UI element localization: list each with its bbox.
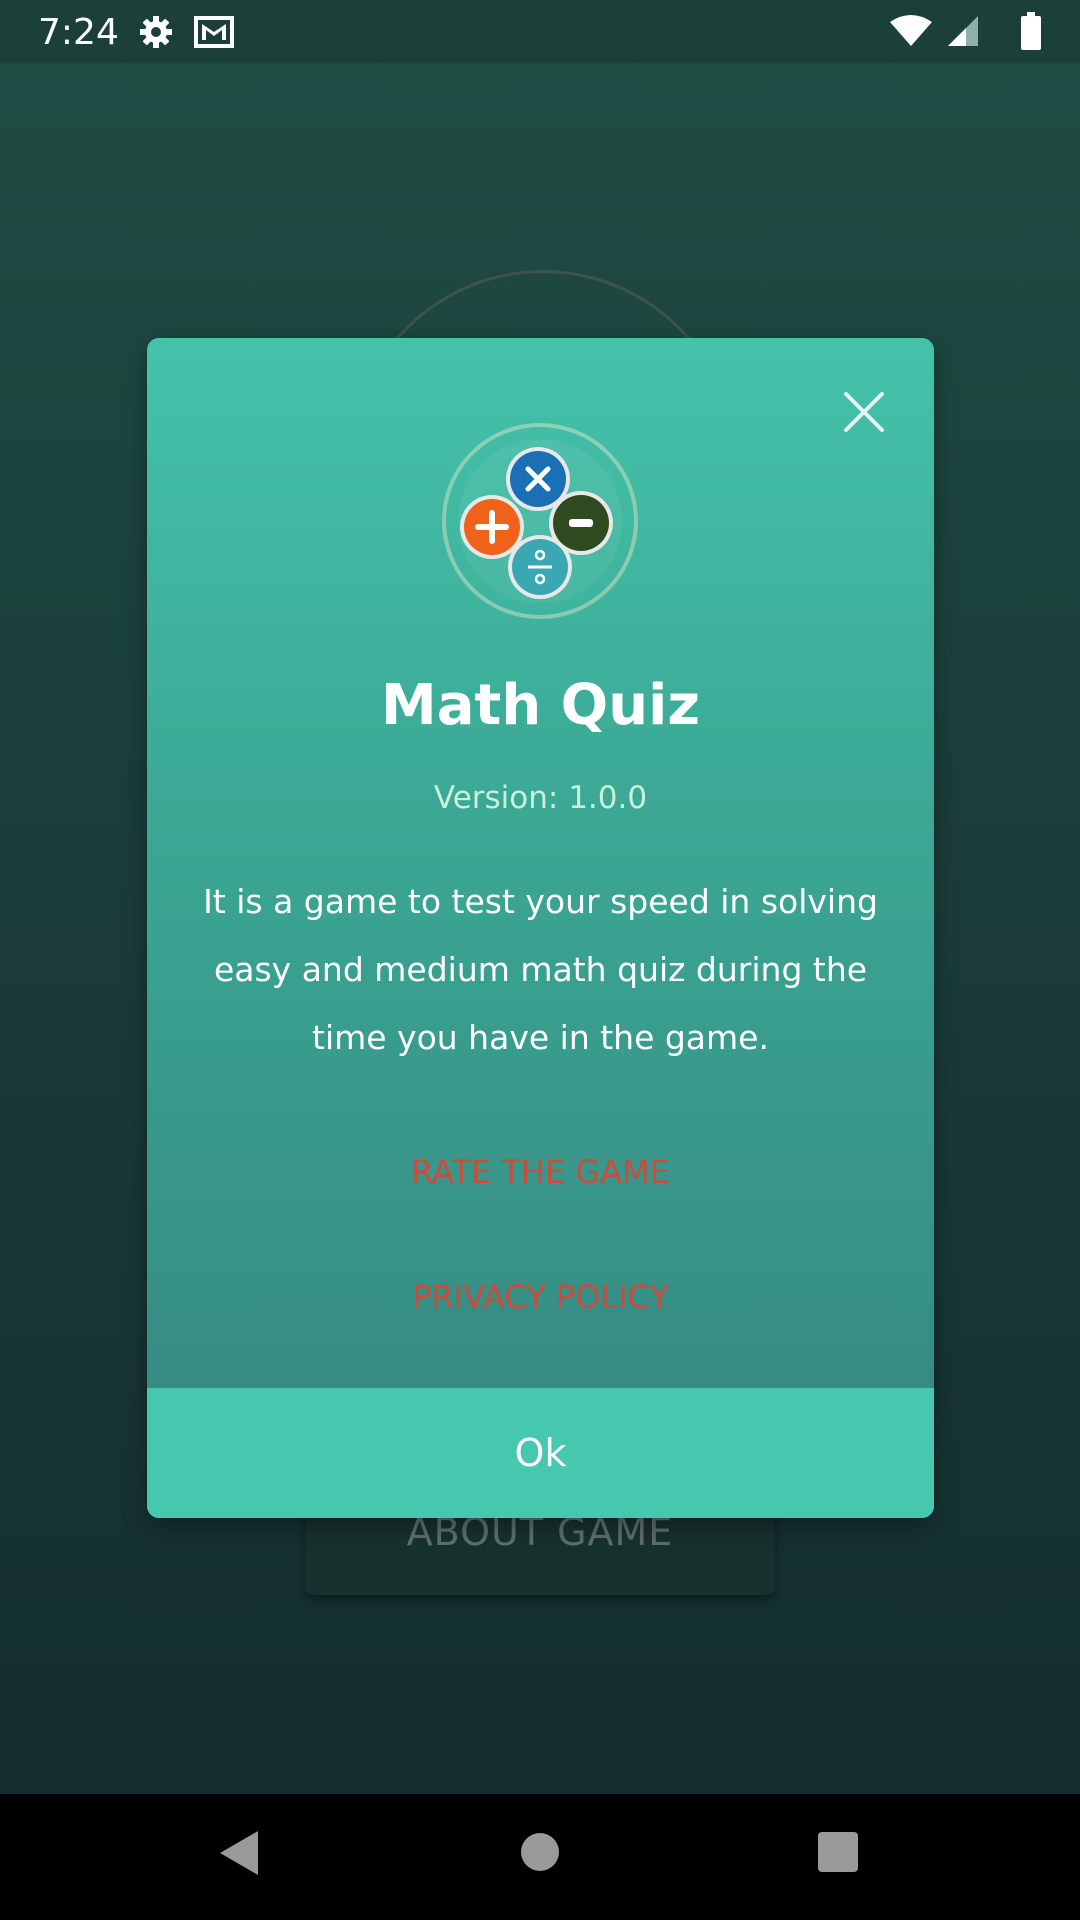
dialog-title: Math Quiz bbox=[381, 673, 700, 738]
status-bar: 7:24 bbox=[0, 0, 1080, 63]
about-dialog: Math Quiz Version: 1.0.0 It is a game to… bbox=[147, 338, 934, 1518]
recents-icon[interactable] bbox=[817, 1831, 859, 1873]
gear-icon bbox=[140, 16, 172, 48]
math-operators-logo-icon bbox=[442, 423, 638, 619]
wifi-icon bbox=[890, 15, 932, 46]
close-icon[interactable] bbox=[842, 390, 886, 434]
battery-icon bbox=[1021, 12, 1041, 50]
rate-game-link[interactable]: RATE THE GAME bbox=[147, 1153, 934, 1191]
mail-icon bbox=[194, 16, 234, 48]
back-icon[interactable] bbox=[218, 1829, 260, 1877]
cell-signal-icon bbox=[948, 16, 978, 46]
privacy-policy-link[interactable]: PRIVACY POLICY bbox=[147, 1278, 934, 1316]
navigation-bar bbox=[0, 1794, 1080, 1920]
version-label: Version: 1.0.0 bbox=[433, 780, 648, 816]
game-description: It is a game to test your speed in solvi… bbox=[203, 882, 878, 1057]
home-icon[interactable] bbox=[519, 1831, 561, 1873]
ok-button[interactable]: Ok bbox=[147, 1388, 934, 1518]
status-time: 7:24 bbox=[38, 12, 119, 53]
